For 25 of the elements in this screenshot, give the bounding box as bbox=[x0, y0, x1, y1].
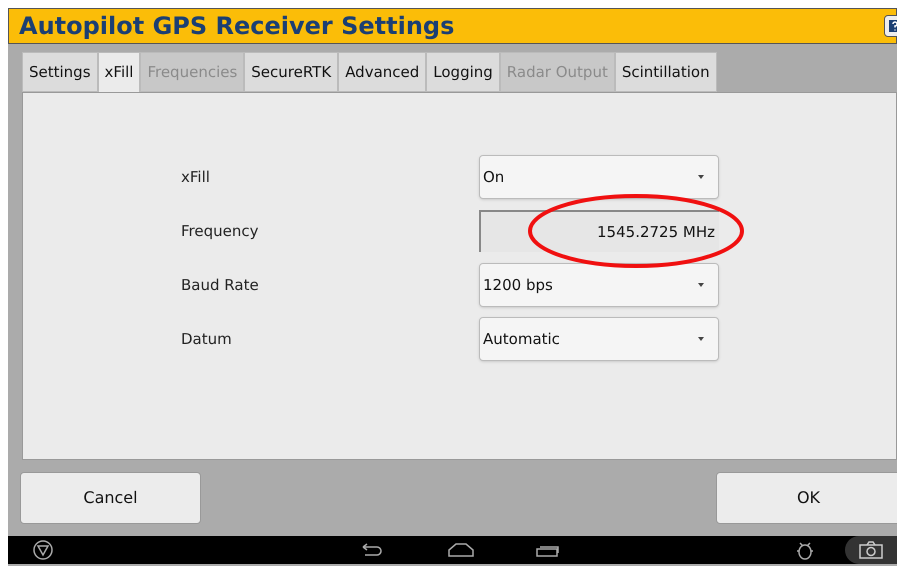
dialog-button[interactable]: Cancel bbox=[20, 472, 201, 524]
tab[interactable]: Logging bbox=[426, 52, 500, 92]
dropdown[interactable]: 1200 bps bbox=[479, 263, 719, 307]
dialog-button[interactable]: OK bbox=[716, 472, 897, 524]
window-title: Autopilot GPS Receiver Settings bbox=[19, 11, 454, 42]
caret-icon bbox=[698, 337, 704, 341]
caret-icon bbox=[698, 283, 704, 287]
power-icon[interactable] bbox=[32, 539, 54, 561]
frequency-readout: 1545.2725 MHz bbox=[479, 210, 719, 252]
dropdown[interactable]: Automatic bbox=[479, 317, 719, 361]
caret-icon bbox=[698, 175, 704, 179]
home-icon[interactable] bbox=[448, 543, 474, 557]
field-label: Datum bbox=[181, 328, 233, 350]
camera-icon bbox=[859, 541, 883, 559]
tab[interactable]: SecureRTK bbox=[244, 52, 338, 92]
dropdown[interactable]: On bbox=[479, 155, 719, 199]
tab[interactable]: Settings bbox=[22, 52, 98, 92]
camera-button[interactable] bbox=[845, 536, 897, 564]
field-label: xFill bbox=[181, 166, 211, 188]
field-label: Frequency bbox=[181, 220, 260, 242]
tab[interactable]: Advanced bbox=[338, 52, 426, 92]
tab[interactable]: Scintillation bbox=[614, 52, 717, 92]
bug-icon[interactable] bbox=[796, 540, 814, 560]
field-label: Baud Rate bbox=[181, 274, 260, 296]
tab[interactable]: xFill bbox=[98, 52, 140, 92]
